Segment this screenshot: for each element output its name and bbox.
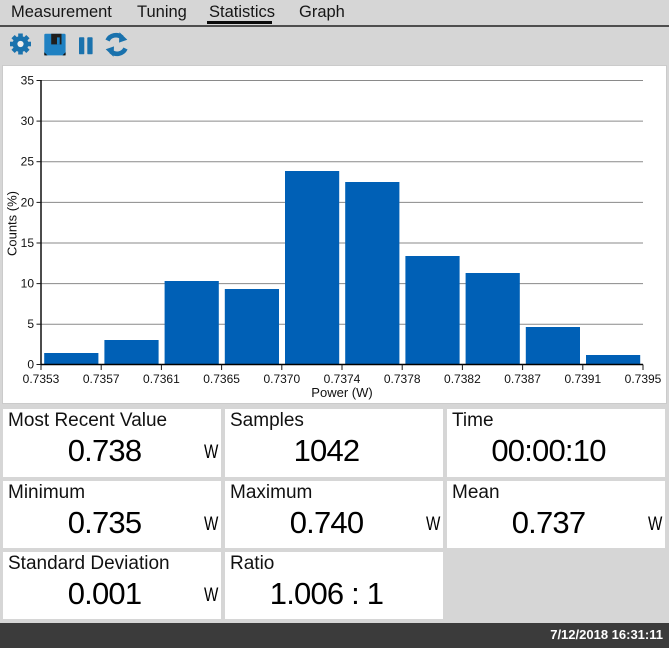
svg-text:35: 35 [21,74,35,88]
svg-text:0.7382: 0.7382 [444,372,481,386]
svg-text:0.7353: 0.7353 [23,372,60,386]
svg-text:0.7370: 0.7370 [263,372,300,386]
svg-text:0.7391: 0.7391 [564,372,601,386]
svg-text:Counts (%): Counts (%) [5,191,20,256]
svg-text:30: 30 [21,114,35,128]
svg-text:5: 5 [27,317,34,331]
svg-text:20: 20 [21,195,35,209]
svg-text:Power (W): Power (W) [311,385,372,400]
svg-text:0: 0 [27,358,34,372]
svg-text:0.7361: 0.7361 [143,372,180,386]
svg-text:0.7357: 0.7357 [83,372,120,386]
svg-text:0.7374: 0.7374 [324,372,361,386]
svg-text:0.7378: 0.7378 [384,372,421,386]
svg-text:0.7387: 0.7387 [504,372,541,386]
svg-text:10: 10 [21,277,35,291]
svg-text:0.7365: 0.7365 [203,372,240,386]
svg-text:15: 15 [21,236,35,250]
svg-text:0.7395: 0.7395 [625,372,662,386]
svg-text:25: 25 [21,155,35,169]
